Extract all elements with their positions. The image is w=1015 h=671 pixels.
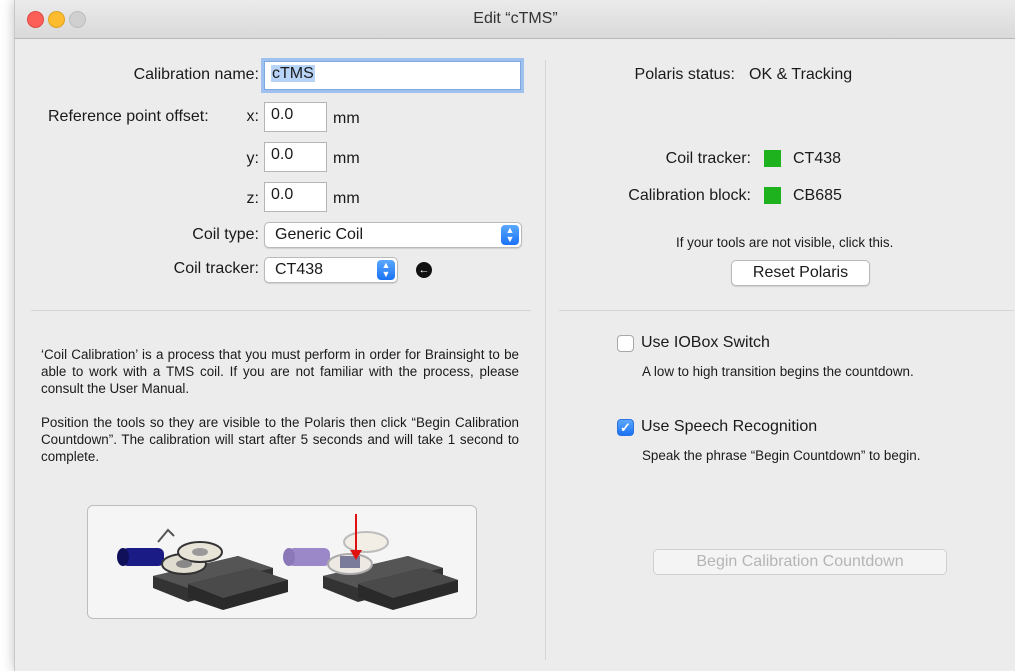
polaris-status-value: OK & Tracking: [749, 66, 853, 83]
calibration-block-indicator: [764, 187, 781, 204]
coil-tracker-status-label: Coil tracker:: [665, 150, 751, 167]
edit-dialog-window: Edit “cTMS” Calibration name: cTMS Refer…: [14, 0, 1015, 671]
calibration-block-label: Calibration block:: [628, 187, 751, 204]
coil-tracker-value: CT438: [275, 261, 324, 278]
reset-polaris-button[interactable]: Reset Polaris: [731, 260, 870, 286]
calibration-block-value: CB685: [793, 187, 842, 204]
coil-type-value: Generic Coil: [275, 226, 364, 243]
coil-tracker-label: Coil tracker:: [173, 260, 259, 277]
iobox-checkbox[interactable]: [617, 335, 634, 352]
y-unit: mm: [333, 150, 360, 167]
popup-arrows-icon: ▲ ▼: [377, 260, 395, 280]
iobox-label[interactable]: Use IOBox Switch: [641, 334, 770, 352]
z-unit: mm: [333, 190, 360, 207]
coil-tracker-popup[interactable]: CT438 ▲ ▼: [264, 257, 398, 283]
calibration-name-input[interactable]: cTMS: [264, 61, 521, 90]
polaris-status-label: Polaris status:: [634, 66, 735, 83]
y-label: y:: [246, 150, 259, 167]
left-divider: [31, 310, 531, 311]
speech-checkbox[interactable]: ✓: [617, 419, 634, 436]
coil-type-label: Coil type:: [192, 226, 259, 243]
coil-type-popup[interactable]: Generic Coil ▲ ▼: [264, 222, 522, 248]
offset-x-input[interactable]: 0.0: [264, 102, 327, 132]
popup-arrows-icon: ▲ ▼: [501, 225, 519, 245]
reset-hint: If your tools are not visible, click thi…: [676, 235, 894, 250]
x-unit: mm: [333, 110, 360, 127]
z-label: z:: [246, 190, 259, 207]
x-label: x:: [246, 108, 259, 125]
calibration-name-label: Calibration name:: [133, 66, 259, 83]
window-title: Edit “cTMS”: [473, 10, 558, 27]
vertical-divider: [545, 60, 546, 660]
info-paragraph-2: Position the tools so they are visible t…: [41, 415, 519, 464]
info-paragraph-1: ‘Coil Calibration’ is a process that you…: [41, 347, 519, 396]
iobox-description: A low to high transition begins the coun…: [642, 364, 914, 379]
coil-tracker-indicator: [764, 150, 781, 167]
title-bar: Edit “cTMS”: [15, 0, 1015, 39]
offset-z-input[interactable]: 0.0: [264, 182, 327, 212]
right-divider: [559, 310, 1014, 311]
speech-label[interactable]: Use Speech Recognition: [641, 418, 817, 436]
offset-y-input[interactable]: 0.0: [264, 142, 327, 172]
reference-offset-label: Reference point offset:: [48, 108, 209, 125]
speech-description: Speak the phrase “Begin Countdown” to be…: [642, 448, 921, 463]
calibration-illustration: [87, 505, 477, 619]
go-arrow-icon[interactable]: ←: [416, 262, 432, 278]
begin-calibration-button[interactable]: Begin Calibration Countdown: [653, 549, 947, 575]
coil-tracker-status-value: CT438: [793, 150, 842, 167]
calibration-name-value: cTMS: [271, 65, 315, 82]
